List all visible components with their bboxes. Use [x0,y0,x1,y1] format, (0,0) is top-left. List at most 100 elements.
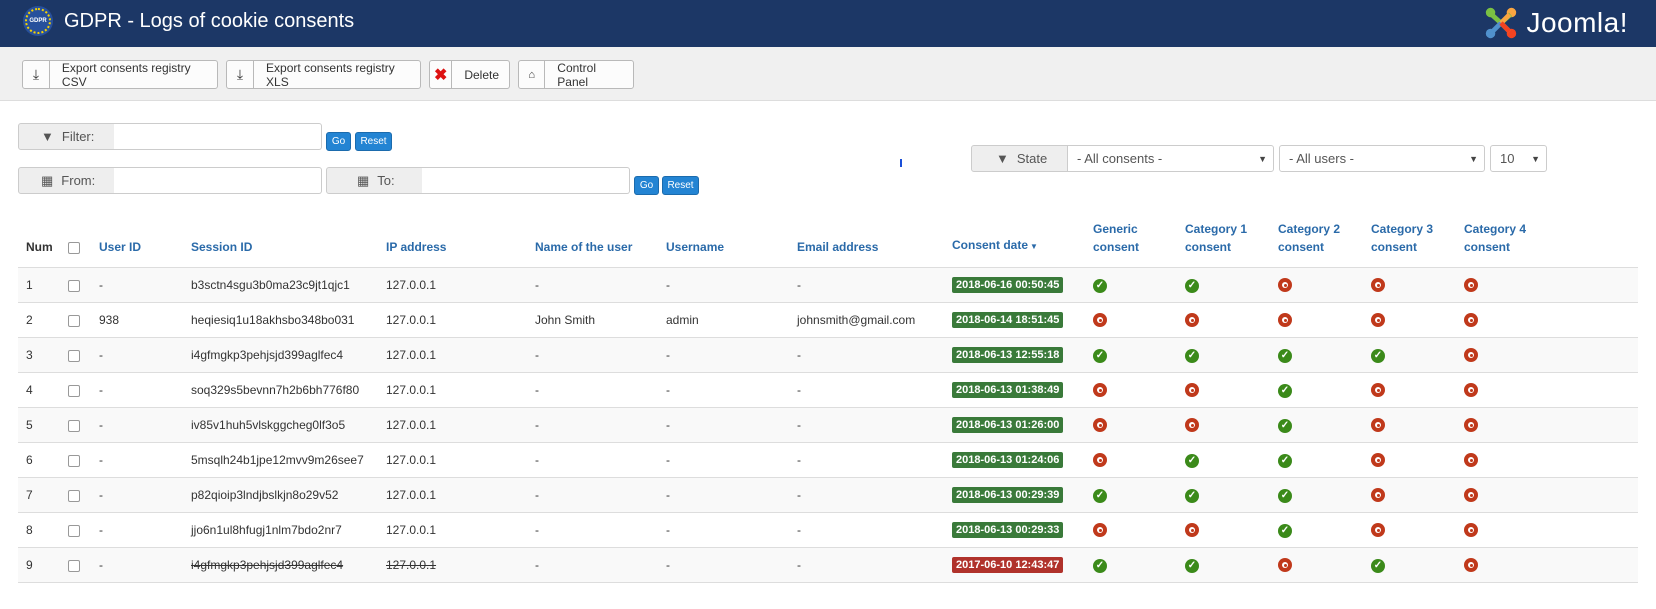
dot-circle-icon [1464,453,1478,468]
table-row: 1 - b3sctn4sgu3b0ma23c9jt1qjc1 127.0.0.1 - - -… [18,267,1638,303]
row-num: 3 [18,337,60,373]
num-text: 6 [26,453,33,467]
consent-cell-1 [1177,407,1270,443]
row-select [60,407,91,443]
session-id-cell: p82qioip3lndjbslkjn8o29v52 [183,477,378,513]
state-select[interactable]: - All consents - ▼ [1067,145,1274,172]
user-id-cell: - [91,337,183,373]
user-id-cell: - [91,512,183,548]
to-date-input[interactable] [422,167,630,194]
dot-circle-icon [1464,348,1478,363]
to-label: ▦ To: [326,167,423,194]
row-select [60,512,91,548]
col-cat1[interactable]: Category 1 consent [1177,220,1270,268]
row-checkbox[interactable] [68,524,80,537]
col-email[interactable]: Email address [789,220,944,268]
row-checkbox[interactable] [68,419,80,432]
col-cat2[interactable]: Category 2 consent [1270,220,1363,268]
col-cat3[interactable]: Category 3 consent [1363,220,1456,268]
state-select-value: - All consents - [1077,151,1163,166]
row-checkbox[interactable] [68,384,80,397]
username-cell: - [658,407,789,443]
col-user-id[interactable]: User ID [91,220,183,268]
name-cell: - [527,337,658,373]
username-cell: - [658,442,789,478]
row-num: 5 [18,407,60,443]
check-circle-icon: ✓ [1278,419,1292,433]
consent-cell-1 [1177,512,1270,548]
row-checkbox[interactable] [68,279,80,292]
name-cell: - [527,442,658,478]
session-text: jjo6n1ul8hfugj1nlm7bdo2nr7 [191,523,342,537]
dot-circle-icon [1093,523,1107,538]
filter-reset-button[interactable]: Reset [355,132,392,151]
text-cursor [900,159,902,167]
email-cell: - [789,372,944,408]
name-text: - [535,348,539,362]
chevron-down-icon: ▼ [1258,154,1267,164]
row-select [60,372,91,408]
username-cell: - [658,477,789,513]
username-cell: - [658,267,789,303]
control-panel-button[interactable]: ⌂ Control Panel [518,60,634,89]
export-csv-button[interactable]: ⤓ Export consents registry CSV [22,60,218,89]
delete-button[interactable]: ✖ Delete [429,60,510,89]
row-checkbox[interactable] [68,454,80,467]
cat2-label-1: Category 2 [1278,222,1341,236]
row-num: 6 [18,442,60,478]
from-date-input[interactable] [114,167,322,194]
export-csv-label: Export consents registry CSV [61,60,191,89]
export-xls-button[interactable]: ⤓ Export consents registry XLS [226,60,421,89]
consent-cell-1 [1177,372,1270,408]
consent-cell-0: ✓ [1085,547,1177,583]
consent-cell-3 [1363,442,1456,478]
col-username[interactable]: Username [658,220,789,268]
consent-date-cell: 2018-06-13 01:24:06 [944,442,1085,478]
col-name[interactable]: Name of the user [527,220,658,268]
ip-cell: 127.0.0.1 [378,337,527,373]
col-ip[interactable]: IP address [378,220,527,268]
filter-go-button[interactable]: Go [326,132,351,151]
row-num: 9 [18,547,60,583]
dot-circle-icon [1278,278,1292,293]
dot-circle-icon [1278,558,1292,573]
session-text: soq329s5bevnn7h2b6bh776f80 [191,383,360,397]
limit-select[interactable]: 10 ▼ [1490,145,1547,172]
table-row: 3 - i4gfmgkp3pehjsjd399aglfec4 127.0.0.1 - - -… [18,337,1638,373]
select-all-checkbox[interactable] [68,241,80,254]
date-reset-button[interactable]: Reset [662,176,699,195]
page-title: GDPR - Logs of cookie consents [64,10,355,32]
dot-circle-icon [1093,453,1107,468]
cat3-label-2: consent [1371,240,1418,254]
filter-input[interactable] [114,123,322,150]
email-text: johnsmith@gmail.com [797,313,916,327]
table-row: 9 - i4gfmgkp3pehjsjd399aglfec4 127.0.0.1 - - -… [18,547,1638,583]
dot-circle-icon [1093,418,1107,433]
state-label: ▼ State [971,145,1068,172]
state-label-text: State [1016,151,1048,166]
row-checkbox[interactable] [68,489,80,502]
row-checkbox[interactable] [68,349,80,362]
username-text: - [666,418,670,432]
col-cat4[interactable]: Category 4 consent [1456,220,1638,268]
check-circle-icon: ✓ [1185,454,1199,468]
consent-cell-2 [1270,267,1363,303]
user_id-text: - [99,523,103,537]
col-session-id[interactable]: Session ID [183,220,378,268]
date-go-button[interactable]: Go [634,176,659,195]
ip-cell: 127.0.0.1 [378,372,527,408]
email-cell: johnsmith@gmail.com [789,302,944,338]
consent-cell-3: ✓ [1363,337,1456,373]
users-select[interactable]: - All users - ▼ [1279,145,1485,172]
num-text: 3 [26,348,33,362]
consent-cell-1: ✓ [1177,267,1270,303]
col-generic[interactable]: Generic consent [1085,220,1177,268]
row-num: 2 [18,302,60,338]
col-consent-date[interactable]: Consent date ▼ [944,220,1085,268]
username-cell: - [658,512,789,548]
row-checkbox[interactable] [68,559,80,572]
name-cell: - [527,267,658,303]
dot-circle-icon [1185,523,1199,538]
email-cell: - [789,512,944,548]
row-checkbox[interactable] [68,314,80,327]
